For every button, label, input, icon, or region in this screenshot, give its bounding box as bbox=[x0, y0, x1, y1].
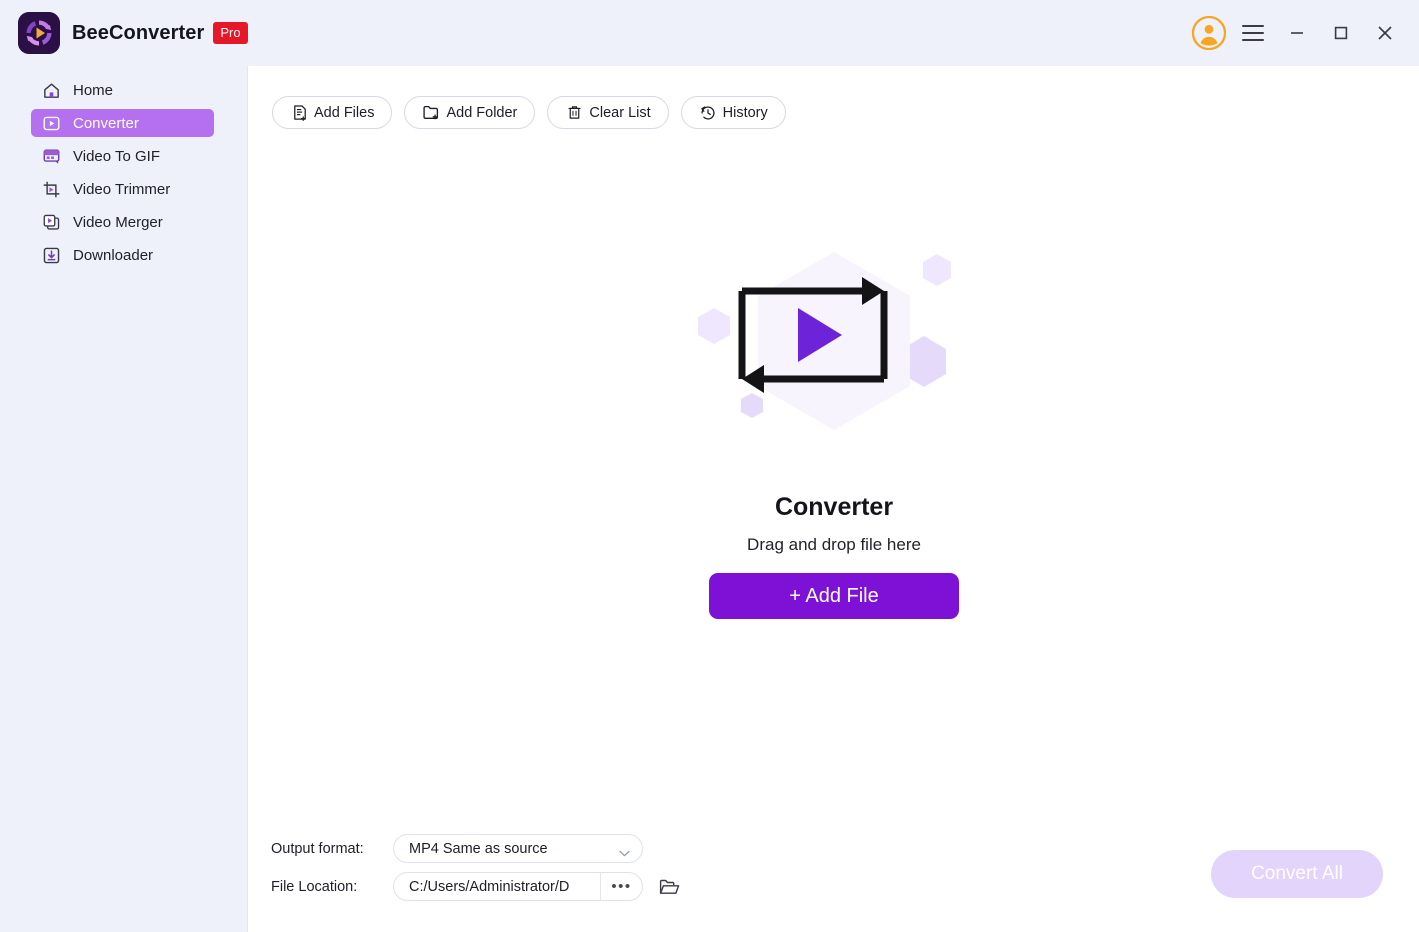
main-content: Add Files Add Folder bbox=[249, 66, 1419, 932]
file-location-row: File Location: C:/Users/Administrator/D … bbox=[271, 872, 681, 901]
add-file-button[interactable]: + Add File bbox=[709, 573, 959, 619]
history-clock-icon bbox=[699, 103, 718, 122]
sidebar-item-label: Home bbox=[73, 82, 113, 99]
drop-hint-text: Drag and drop file here bbox=[747, 535, 921, 555]
output-format-label: Output format: bbox=[271, 841, 393, 857]
tool-btn-label: History bbox=[723, 105, 768, 121]
window-controls bbox=[1187, 0, 1407, 66]
sidebar-item-label: Video Merger bbox=[73, 214, 163, 231]
convert-all-button[interactable]: Convert All bbox=[1211, 850, 1383, 898]
add-files-icon bbox=[290, 103, 309, 122]
open-folder-icon[interactable] bbox=[657, 875, 681, 899]
file-location-value: C:/Users/Administrator/D bbox=[394, 879, 600, 895]
pro-badge: Pro bbox=[213, 22, 247, 44]
downloader-icon bbox=[41, 245, 61, 265]
maximize-icon[interactable] bbox=[1319, 11, 1363, 55]
home-icon bbox=[41, 80, 61, 100]
page-title: Converter bbox=[775, 493, 893, 522]
converter-icon bbox=[41, 113, 61, 133]
bottom-bar: Output format: MP4 Same as source File L… bbox=[249, 812, 1419, 932]
sidebar-item-label: Video To GIF bbox=[73, 148, 160, 165]
video-to-gif-icon bbox=[41, 146, 61, 166]
drop-zone[interactable]: Converter Drag and drop file here + Add … bbox=[249, 246, 1419, 619]
sidebar: Home Converter Video To G bbox=[0, 66, 248, 932]
app-brand: BeeConverter Pro bbox=[18, 12, 248, 54]
sidebar-item-video-merger[interactable]: Video Merger bbox=[31, 208, 214, 236]
chevron-down-icon bbox=[619, 845, 630, 852]
add-files-button[interactable]: Add Files bbox=[272, 96, 392, 129]
history-button[interactable]: History bbox=[681, 96, 786, 129]
tool-btn-label: Clear List bbox=[589, 105, 650, 121]
file-location-more-button[interactable]: ••• bbox=[600, 873, 642, 900]
tool-btn-label: Add Folder bbox=[446, 105, 517, 121]
sidebar-item-home[interactable]: Home bbox=[31, 76, 214, 104]
clear-list-button[interactable]: Clear List bbox=[547, 96, 668, 129]
video-merger-icon bbox=[41, 212, 61, 232]
account-avatar-icon[interactable] bbox=[1187, 11, 1231, 55]
add-folder-button[interactable]: Add Folder bbox=[404, 96, 535, 129]
sidebar-item-downloader[interactable]: Downloader bbox=[31, 241, 214, 269]
toolbar: Add Files Add Folder bbox=[272, 96, 786, 129]
hexagon-video-loop-illustration bbox=[684, 246, 984, 461]
close-icon[interactable] bbox=[1363, 11, 1407, 55]
output-format-select[interactable]: MP4 Same as source bbox=[393, 834, 643, 863]
file-location-field[interactable]: C:/Users/Administrator/D ••• bbox=[393, 872, 643, 901]
app-window: BeeConverter Pro bbox=[0, 0, 1419, 932]
add-folder-icon bbox=[422, 103, 441, 122]
sidebar-item-label: Video Trimmer bbox=[73, 181, 170, 198]
sidebar-item-label: Converter bbox=[73, 115, 139, 132]
video-trimmer-icon bbox=[41, 179, 61, 199]
output-format-row: Output format: MP4 Same as source bbox=[271, 834, 643, 863]
minimize-icon[interactable] bbox=[1275, 11, 1319, 55]
output-format-value: MP4 Same as source bbox=[409, 841, 548, 857]
trash-icon bbox=[565, 103, 584, 122]
sidebar-item-converter[interactable]: Converter bbox=[31, 109, 214, 137]
app-logo-icon bbox=[18, 12, 60, 54]
hamburger-menu-icon[interactable] bbox=[1231, 11, 1275, 55]
sidebar-item-label: Downloader bbox=[73, 247, 153, 264]
title-bar: BeeConverter Pro bbox=[0, 0, 1419, 66]
sidebar-item-video-trimmer[interactable]: Video Trimmer bbox=[31, 175, 214, 203]
file-location-label: File Location: bbox=[271, 879, 393, 895]
tool-btn-label: Add Files bbox=[314, 105, 374, 121]
app-title: BeeConverter bbox=[72, 22, 204, 45]
sidebar-item-video-to-gif[interactable]: Video To GIF bbox=[31, 142, 214, 170]
